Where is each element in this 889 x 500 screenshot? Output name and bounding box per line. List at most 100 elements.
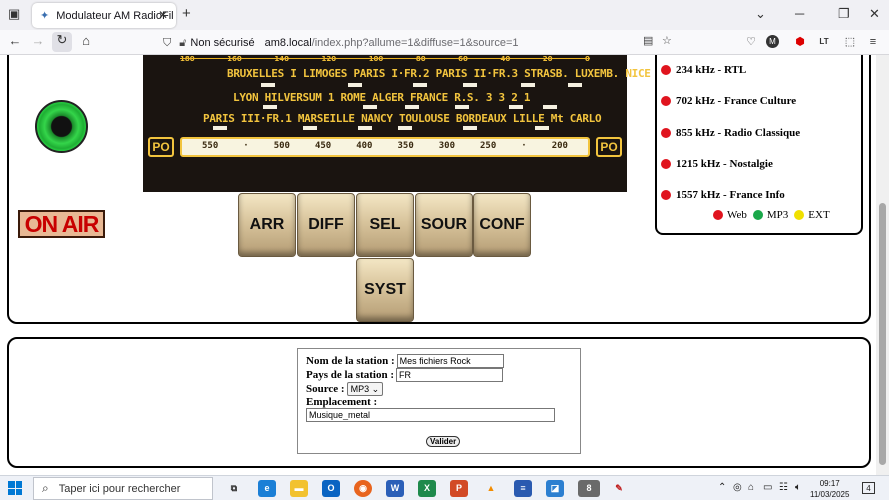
taskbar-search[interactable]: ⌕ Taper ici pour rechercher [33, 477, 213, 500]
dial-marker [213, 126, 227, 130]
radio-favicon-icon: ✦ [40, 10, 50, 22]
freq-tick: · [521, 141, 527, 151]
file-explorer-icon[interactable]: ▬ [290, 480, 308, 497]
on-air-badge: ON AIR [18, 210, 105, 238]
back-icon[interactable]: ← [5, 33, 25, 48]
tab-close-icon[interactable]: ✕ [158, 8, 168, 22]
page-content: ON AIR 180 160 140 120 100 80 60 40 20 0… [0, 55, 876, 475]
station-item[interactable]: 702 kHz - France Culture [661, 95, 796, 107]
bookmark-star-icon[interactable]: ☆ [662, 34, 672, 47]
dial-city-row-3: PARIS III·FR.1 MARSEILLE NANCY TOULOUSE … [203, 112, 602, 125]
source-select[interactable]: MP3 ⌄ [346, 382, 384, 396]
chevron-down-icon: ⌄ [371, 383, 380, 394]
menu-icon[interactable]: ≡ [864, 33, 882, 51]
station-list: 234 kHz - RTL 702 kHz - France Culture 8… [655, 55, 863, 235]
excel-icon[interactable]: X [418, 480, 436, 497]
vlc-icon[interactable]: ▲ [482, 480, 500, 497]
windows-start-icon[interactable] [8, 481, 22, 495]
task-view-icon[interactable]: ⧉ [225, 480, 243, 497]
network-icon[interactable]: ☷ [779, 482, 788, 493]
tray-app-icon[interactable]: ◎ [733, 482, 742, 493]
country-row: Pays de la station : [306, 368, 503, 382]
home-icon[interactable]: ⌂ [76, 33, 96, 48]
station-item[interactable]: 1215 kHz - Nostalgie [661, 158, 773, 170]
sel-button[interactable]: SEL [356, 193, 414, 257]
pocket-icon[interactable]: ♡ [742, 33, 760, 51]
app-icon[interactable]: ✎ [610, 480, 628, 497]
validate-button[interactable]: Valider [426, 436, 461, 447]
location-label-row: Emplacement : [306, 396, 377, 408]
word-icon[interactable]: W [386, 480, 404, 497]
arr-button[interactable]: ARR [238, 193, 296, 257]
dial-marker [348, 83, 362, 87]
sour-button[interactable]: SOUR [415, 193, 473, 257]
tray-overflow-icon[interactable]: ⌃ [718, 482, 726, 493]
station-label: 234 kHz - RTL [676, 64, 747, 76]
new-tab-icon[interactable]: + [182, 5, 191, 22]
extensions-icon[interactable]: ⬚ [841, 33, 859, 51]
source-row: Source : MP3 ⌄ [306, 382, 384, 396]
photos-icon[interactable]: ◪ [546, 480, 564, 497]
scrollbar-thumb[interactable] [879, 203, 886, 465]
reload-icon[interactable]: ↻ [52, 32, 72, 52]
dial-marker [398, 126, 412, 130]
source-label: Source : [306, 383, 345, 395]
volume-icon[interactable]: 🔈︎ [795, 482, 801, 493]
tray-app-icon[interactable]: ▭ [763, 482, 772, 493]
source-legend: Web MP3 EXT [707, 209, 830, 221]
ext-dot-icon [794, 210, 805, 220]
minimize-icon[interactable]: ─ [795, 6, 804, 21]
taskbar-clock[interactable]: 09:17 11/03/2025 [810, 478, 849, 500]
country-input[interactable] [396, 368, 503, 382]
clock-date: 11/03/2025 [810, 490, 850, 499]
tab-overflow-chevron-icon[interactable]: ⌄ [755, 6, 766, 22]
browser-tab[interactable]: ✦ Modulateur AM RadioFil ✕ [32, 3, 176, 28]
search-icon: ⌕ [42, 481, 49, 495]
forward-icon[interactable]: → [28, 33, 48, 48]
powerpoint-icon[interactable]: P [450, 480, 468, 497]
ublock-icon[interactable]: ⬢ [791, 33, 809, 51]
station-label: 1215 kHz - Nostalgie [676, 158, 773, 170]
dial-marker [521, 83, 535, 87]
text-editor-icon[interactable]: ≡ [514, 480, 532, 497]
status-dot-icon [661, 128, 671, 138]
firefox-icon[interactable]: ◉ [354, 480, 372, 497]
station-item[interactable]: 855 kHz - Radio Classique [661, 127, 800, 139]
station-item[interactable]: 234 kHz - RTL [661, 64, 746, 76]
security-label[interactable]: Non sécurisé [190, 37, 254, 49]
notification-icon[interactable]: 4 [862, 482, 875, 494]
tray-app-icon[interactable]: ⌂ [748, 482, 754, 493]
station-name-input[interactable] [396, 354, 504, 368]
page-scrollbar[interactable] [876, 55, 889, 475]
station-label: 855 kHz - Radio Classique [676, 127, 801, 139]
translate-extension-icon[interactable]: LT [815, 33, 833, 51]
dial-marker [463, 126, 477, 130]
status-dot-icon [661, 65, 671, 75]
reader-view-icon[interactable]: ▤ [643, 34, 653, 47]
insecure-lock-icon[interactable]: 🔓︎ [179, 37, 186, 50]
band-label-left: PO [148, 137, 174, 157]
terminal-icon[interactable]: 8 [578, 480, 600, 497]
edge-icon[interactable]: e [258, 480, 276, 497]
station-name-label: Nom de la station : [306, 355, 395, 367]
outlook-icon[interactable]: O [322, 480, 340, 497]
account-icon[interactable]: M [766, 35, 779, 48]
frequency-scale: 550 · 500 450 400 350 300 250 · 200 [180, 137, 590, 157]
freq-tick: 400 [356, 141, 373, 151]
dial-marker [463, 83, 477, 87]
restore-icon[interactable]: ❐ [838, 6, 850, 22]
dial-marker [405, 105, 419, 109]
mp3-dot-icon [752, 210, 763, 220]
dial-city-row-2: LYON HILVERSUM 1 ROME ALGER FRANCE R.S. … [233, 91, 531, 104]
tracking-shield-icon[interactable]: ⛉ [163, 37, 171, 50]
close-window-icon[interactable]: ✕ [869, 6, 880, 22]
syst-button[interactable]: SYST [356, 258, 414, 322]
tab-title: Modulateur AM RadioFil [56, 9, 174, 22]
tab-list-icon[interactable]: ▣ [8, 6, 20, 22]
station-item[interactable]: 1557 kHz - France Info [661, 189, 785, 201]
freq-tick: 500 [273, 141, 290, 151]
diff-button[interactable]: DIFF [297, 193, 355, 257]
url-bar[interactable]: ⛉ 🔓︎ Non sécurisé am8.local/index.php?al… [155, 33, 682, 53]
conf-button[interactable]: CONF [473, 193, 531, 257]
location-input[interactable] [306, 408, 555, 422]
